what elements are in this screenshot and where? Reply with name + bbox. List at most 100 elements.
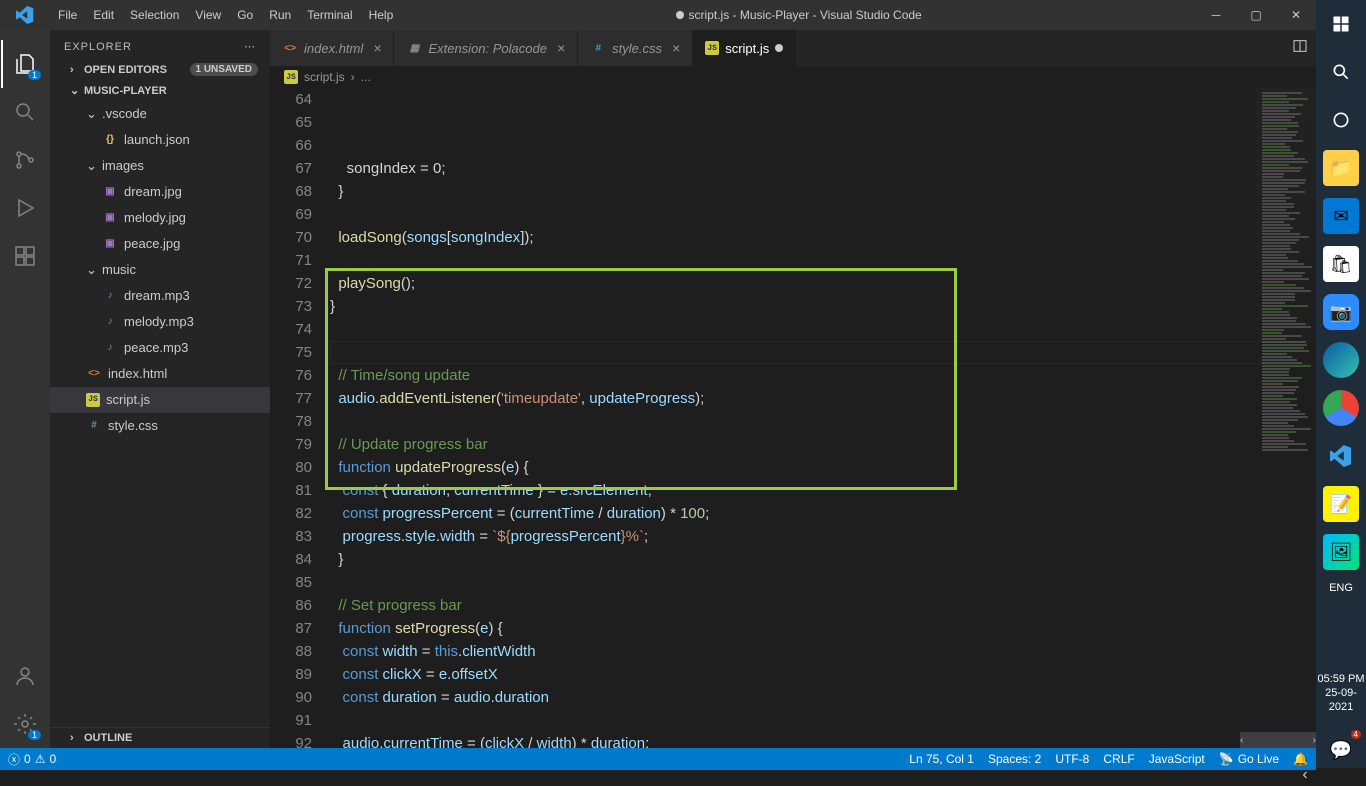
- image-icon: ▣: [102, 210, 118, 226]
- file-melody-jpg[interactable]: ▣melody.jpg: [50, 205, 270, 231]
- mail-icon[interactable]: ✉: [1323, 198, 1359, 234]
- minimize-button[interactable]: ─: [1196, 8, 1236, 22]
- code-editor[interactable]: 6465666768697071727374757677787980818283…: [270, 88, 1316, 748]
- folder-images[interactable]: ⌄images: [50, 153, 270, 179]
- status-go-live[interactable]: 📡 Go Live: [1219, 752, 1279, 766]
- js-icon: JS: [86, 393, 100, 407]
- extension-icon: ▦: [406, 40, 422, 56]
- windows-search-icon[interactable]: [1323, 54, 1359, 90]
- maximize-button[interactable]: ▢: [1236, 8, 1276, 22]
- editor: <>index.html×▦Extension: Polacode×#style…: [270, 30, 1316, 748]
- audio-icon: ♪: [102, 340, 118, 356]
- extensions-icon[interactable]: [1, 232, 49, 280]
- windows-start-icon[interactable]: [1323, 6, 1359, 42]
- image-icon: ▣: [102, 236, 118, 252]
- menu-edit[interactable]: Edit: [85, 8, 122, 22]
- explorer-badge: 1: [28, 70, 41, 80]
- window-title: script.js - Music-Player - Visual Studio…: [401, 8, 1196, 22]
- open-editors-section[interactable]: ›OPEN EDITORS 1 UNSAVED: [50, 59, 270, 80]
- photos-icon[interactable]: 🖼: [1323, 534, 1359, 570]
- image-icon: ▣: [102, 184, 118, 200]
- status-language[interactable]: JavaScript: [1149, 752, 1205, 766]
- explorer-sidebar: EXPLORER ⋯ ›OPEN EDITORS 1 UNSAVED ⌄MUSI…: [50, 30, 270, 748]
- file-explorer-icon[interactable]: 📁: [1323, 150, 1359, 186]
- file-index-html[interactable]: <>index.html: [50, 361, 270, 387]
- split-editor-icon[interactable]: [1292, 38, 1308, 54]
- windows-taskbar: 📁 ✉ 🛍 📷 📝 🖼 ENG 05:59 PM 25-09-2021 💬4: [1316, 0, 1366, 768]
- file-peace-jpg[interactable]: ▣peace.jpg: [50, 231, 270, 257]
- menu-run[interactable]: Run: [261, 8, 299, 22]
- folder-vscode[interactable]: ⌄.vscode: [50, 101, 270, 127]
- close-tab-icon[interactable]: ×: [672, 40, 680, 56]
- zoom-icon[interactable]: 📷: [1323, 294, 1359, 330]
- source-control-icon[interactable]: [1, 136, 49, 184]
- code-content[interactable]: songIndex = 0; } loadSong(songs[songInde…: [330, 88, 1316, 748]
- audio-icon: ♪: [102, 314, 118, 330]
- account-icon[interactable]: [1, 652, 49, 700]
- status-encoding[interactable]: UTF-8: [1055, 752, 1089, 766]
- status-bar: ⓧ 0 ⚠ 0 Ln 75, Col 1 Spaces: 2 UTF-8 CRL…: [0, 748, 1316, 770]
- js-icon: JS: [705, 41, 719, 55]
- tab-extension-polacode[interactable]: ▦Extension: Polacode×: [394, 30, 578, 66]
- store-icon[interactable]: 🛍: [1323, 246, 1359, 282]
- minimap[interactable]: [1256, 88, 1316, 628]
- html-icon: <>: [282, 40, 298, 56]
- html-icon: <>: [86, 366, 102, 382]
- edge-icon[interactable]: [1323, 342, 1359, 378]
- project-section[interactable]: ⌄MUSIC-PLAYER: [50, 80, 270, 101]
- chrome-icon[interactable]: [1323, 390, 1359, 426]
- settings-badge: 1: [28, 730, 41, 740]
- unsaved-badge: 1 UNSAVED: [190, 63, 259, 76]
- tab-index-html[interactable]: <>index.html×: [270, 30, 394, 66]
- outline-section[interactable]: ›OUTLINE: [50, 727, 270, 748]
- css-icon: #: [86, 418, 102, 434]
- vscode-taskbar-icon[interactable]: [1323, 438, 1359, 474]
- tab-style-css[interactable]: #style.css×: [578, 30, 693, 66]
- menu-terminal[interactable]: Terminal: [299, 8, 360, 22]
- explorer-more-icon[interactable]: ⋯: [244, 40, 256, 53]
- file-dream-jpg[interactable]: ▣dream.jpg: [50, 179, 270, 205]
- system-clock[interactable]: 05:59 PM 25-09-2021: [1316, 672, 1366, 720]
- titlebar: FileEditSelectionViewGoRunTerminalHelp s…: [0, 0, 1316, 30]
- menu-go[interactable]: Go: [229, 8, 261, 22]
- language-indicator[interactable]: ENG: [1329, 582, 1353, 594]
- js-icon: JS: [284, 70, 298, 84]
- status-errors[interactable]: ⓧ 0 ⚠ 0: [8, 751, 56, 768]
- file-peace-mp3[interactable]: ♪peace.mp3: [50, 335, 270, 361]
- cortana-icon[interactable]: [1323, 102, 1359, 138]
- menu-file[interactable]: File: [50, 8, 85, 22]
- notes-icon[interactable]: 📝: [1323, 486, 1359, 522]
- dirty-indicator-icon: [676, 11, 684, 19]
- status-cursor-pos[interactable]: Ln 75, Col 1: [909, 752, 974, 766]
- explorer-title: EXPLORER: [64, 41, 132, 53]
- folder-music[interactable]: ⌄music: [50, 257, 270, 283]
- run-debug-icon[interactable]: [1, 184, 49, 232]
- file-launch-json[interactable]: {}launch.json: [50, 127, 270, 153]
- file-script-js[interactable]: JSscript.js: [50, 387, 270, 413]
- search-icon[interactable]: [1, 88, 49, 136]
- tab-script-js[interactable]: JSscript.js: [693, 30, 796, 66]
- breadcrumb[interactable]: JS script.js › ...: [270, 66, 1316, 88]
- window-title-text: script.js - Music-Player - Visual Studio…: [689, 8, 922, 22]
- close-tab-icon[interactable]: ×: [557, 40, 565, 56]
- horizontal-scrollbar[interactable]: ‹›: [1240, 732, 1316, 748]
- explorer-icon[interactable]: 1: [1, 40, 49, 88]
- file-style-css[interactable]: #style.css: [50, 413, 270, 439]
- menu-selection[interactable]: Selection: [122, 8, 187, 22]
- close-button[interactable]: ✕: [1276, 8, 1316, 22]
- status-spaces[interactable]: Spaces: 2: [988, 752, 1041, 766]
- close-tab-icon[interactable]: ×: [373, 40, 381, 56]
- settings-icon[interactable]: 1: [1, 700, 49, 748]
- file-dream-mp3[interactable]: ♪dream.mp3: [50, 283, 270, 309]
- css-icon: #: [590, 40, 606, 56]
- file-melody-mp3[interactable]: ♪melody.mp3: [50, 309, 270, 335]
- menu-help[interactable]: Help: [361, 8, 402, 22]
- notification-center-icon[interactable]: 💬4: [1323, 732, 1359, 768]
- audio-icon: ♪: [102, 288, 118, 304]
- vscode-logo-icon: [0, 6, 50, 24]
- menu-view[interactable]: View: [187, 8, 229, 22]
- activity-bar: 1 1: [0, 30, 50, 748]
- editor-tabs: <>index.html×▦Extension: Polacode×#style…: [270, 30, 1316, 66]
- status-eol[interactable]: CRLF: [1103, 752, 1134, 766]
- breadcrumb-back-icon[interactable]: ‹: [1294, 764, 1316, 786]
